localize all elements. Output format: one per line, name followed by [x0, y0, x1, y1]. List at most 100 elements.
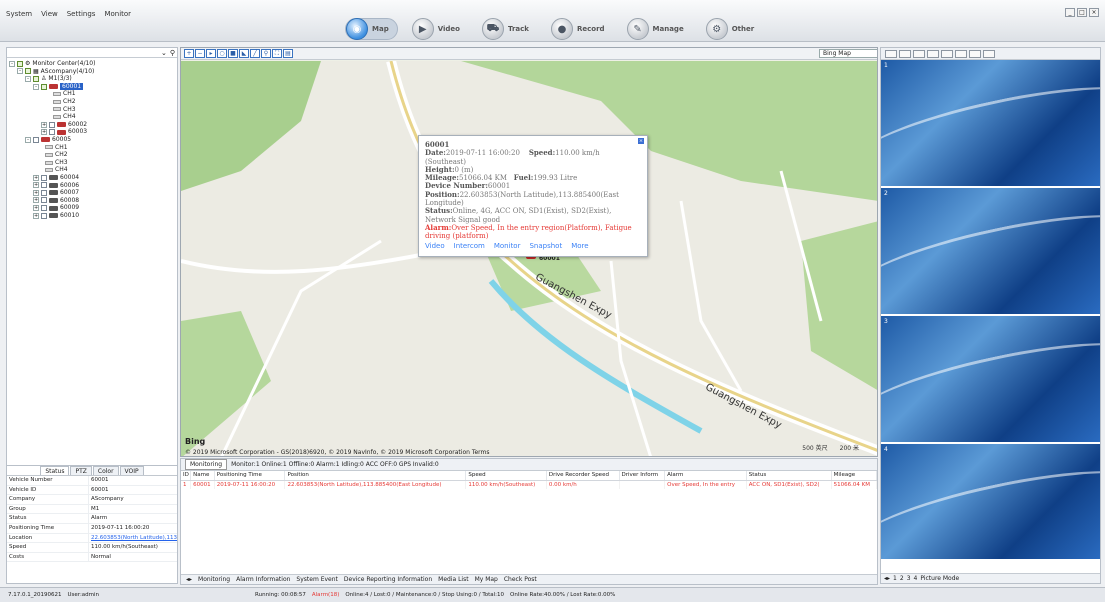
rectangle-icon[interactable]: ■ — [228, 49, 238, 58]
checkbox[interactable] — [41, 197, 47, 204]
scroll-left-icon[interactable]: ◂▸ — [184, 576, 194, 583]
expand-icon[interactable]: + — [33, 182, 39, 189]
tab-device-reporting[interactable]: Device Reporting Information — [342, 576, 434, 583]
popup-intercom-link[interactable]: Intercom — [454, 242, 485, 250]
polygon-icon[interactable]: ◣ — [239, 49, 249, 58]
tree-root[interactable]: - ⚙ Monitor Center(4/10) — [9, 60, 177, 68]
tree-device[interactable]: +60003 — [9, 128, 177, 136]
checkbox[interactable] — [17, 60, 23, 67]
collapse-icon[interactable]: - — [25, 136, 31, 143]
menu-view[interactable]: View — [41, 10, 58, 18]
location-link[interactable]: 22.603853(North Latitude),113 — [89, 534, 177, 543]
nav-video-button[interactable]: ▶ Video — [411, 18, 468, 40]
tab-system-event[interactable]: System Event — [294, 576, 339, 583]
video-view[interactable]: 2 — [881, 188, 1100, 316]
checkbox[interactable] — [33, 75, 39, 82]
expand-icon[interactable]: + — [41, 129, 47, 136]
tree-device[interactable]: +60008 — [9, 197, 177, 205]
checkbox[interactable] — [33, 136, 39, 143]
expand-icon[interactable]: + — [33, 205, 39, 212]
checkbox[interactable] — [41, 174, 47, 181]
tree-device[interactable]: -60005 — [9, 136, 177, 144]
collapse-icon[interactable]: - — [33, 83, 39, 90]
checkbox[interactable] — [25, 68, 31, 75]
zoom-out-icon[interactable]: − — [195, 49, 205, 58]
map-canvas[interactable]: 60001 Guangshen Expy Guangshen Expy × 60… — [181, 59, 877, 456]
minimize-icon[interactable]: _ — [1065, 8, 1075, 17]
expand-icon[interactable]: + — [33, 189, 39, 196]
line-icon[interactable]: ╱ — [250, 49, 260, 58]
video-view[interactable]: 1 — [881, 60, 1100, 188]
play-icon[interactable] — [969, 49, 981, 58]
popup-video-link[interactable]: Video — [425, 242, 445, 250]
tree-channel[interactable]: CH3 — [9, 159, 177, 167]
tab-monitoring[interactable]: Monitoring — [196, 576, 232, 583]
tab-status[interactable]: Status — [40, 466, 70, 475]
stream-icon[interactable] — [941, 49, 953, 58]
expand-icon[interactable]: + — [33, 174, 39, 181]
chevron-down-icon[interactable]: ⌄ — [161, 49, 167, 57]
expand-icon[interactable]: + — [33, 197, 39, 204]
popup-snapshot-link[interactable]: Snapshot — [529, 242, 562, 250]
scroll-icon[interactable]: ◂▸ — [884, 575, 890, 582]
tree-company[interactable]: - ▦ AScompany(4/10) — [9, 68, 177, 76]
snapshot-icon[interactable] — [885, 49, 897, 58]
tree-device[interactable]: +60007 — [9, 189, 177, 197]
tab-view-4[interactable]: 4 — [914, 575, 918, 582]
tree-channel[interactable]: CH4 — [9, 113, 177, 121]
nav-manage-button[interactable]: ✎ Manage — [626, 18, 692, 40]
checkbox[interactable] — [41, 189, 47, 196]
popup-more-link[interactable]: More — [571, 242, 588, 250]
close-icon[interactable]: × — [638, 138, 644, 144]
checkbox[interactable] — [41, 83, 47, 90]
split-icon[interactable] — [927, 49, 939, 58]
nav-map-button[interactable]: ◉ Map — [345, 18, 398, 40]
tree-device[interactable]: +60004 — [9, 174, 177, 182]
tab-alarm-information[interactable]: Alarm Information — [234, 576, 292, 583]
checkbox[interactable] — [41, 212, 47, 219]
tree-device[interactable]: +60010 — [9, 212, 177, 220]
tab-view-1[interactable]: 1 — [893, 575, 897, 582]
map-source-select[interactable]: Bing Map — [819, 49, 877, 58]
tree-group[interactable]: - ♙ M1(3/3) — [9, 75, 177, 83]
tree-channel[interactable]: CH4 — [9, 166, 177, 174]
tab-media-list[interactable]: Media List — [436, 576, 470, 583]
tab-check-post[interactable]: Check Post — [502, 576, 539, 583]
tab-voip[interactable]: VOIP — [119, 466, 144, 475]
checkbox[interactable] — [41, 205, 47, 212]
tree-channel[interactable]: CH2 — [9, 98, 177, 106]
tree-channel[interactable]: CH1 — [9, 90, 177, 98]
tree-device-selected[interactable]: -60001 — [9, 82, 177, 91]
tree-channel[interactable]: CH3 — [9, 106, 177, 114]
nav-track-button[interactable]: ⛟ Track — [481, 18, 537, 40]
expand-icon[interactable]: + — [33, 212, 39, 219]
tree-channel[interactable]: CH2 — [9, 151, 177, 159]
tab-my-map[interactable]: My Map — [473, 576, 500, 583]
tree-channel[interactable]: CH1 — [9, 144, 177, 152]
tab-ptz[interactable]: PTZ — [70, 466, 92, 475]
monitor-mode-select[interactable]: Monitoring — [185, 459, 228, 470]
tab-view-3[interactable]: 3 — [907, 575, 911, 582]
table-row[interactable]: 1 60001 2019-07-11 16:00:20 22.603853(No… — [181, 480, 878, 489]
search-icon[interactable]: ⚲ — [170, 49, 175, 57]
nav-other-button[interactable]: ⚙ Other — [705, 18, 762, 40]
volume-icon[interactable] — [955, 49, 967, 58]
alarm-count[interactable]: Alarm(18) — [312, 588, 339, 602]
restore-icon[interactable]: □ — [1077, 8, 1087, 17]
search-icon[interactable]: ⚲ — [261, 49, 271, 58]
tab-color[interactable]: Color — [92, 466, 119, 475]
checkbox[interactable] — [49, 129, 55, 136]
tree-device[interactable]: +60002 — [9, 121, 177, 129]
expand-icon[interactable]: + — [41, 121, 47, 128]
record-icon[interactable] — [899, 49, 911, 58]
menu-icon[interactable] — [983, 49, 995, 58]
nav-record-button[interactable]: ● Record — [550, 18, 613, 40]
checkbox[interactable] — [41, 182, 47, 189]
tab-view-2[interactable]: 2 — [900, 575, 904, 582]
collapse-icon[interactable]: - — [9, 60, 15, 67]
fullscreen-icon[interactable]: ⛶ — [272, 49, 282, 58]
menu-settings[interactable]: Settings — [67, 10, 96, 18]
tree-device[interactable]: +60006 — [9, 182, 177, 190]
circle-icon[interactable]: ○ — [217, 49, 227, 58]
tab-picture-mode[interactable]: Picture Mode — [920, 575, 959, 582]
